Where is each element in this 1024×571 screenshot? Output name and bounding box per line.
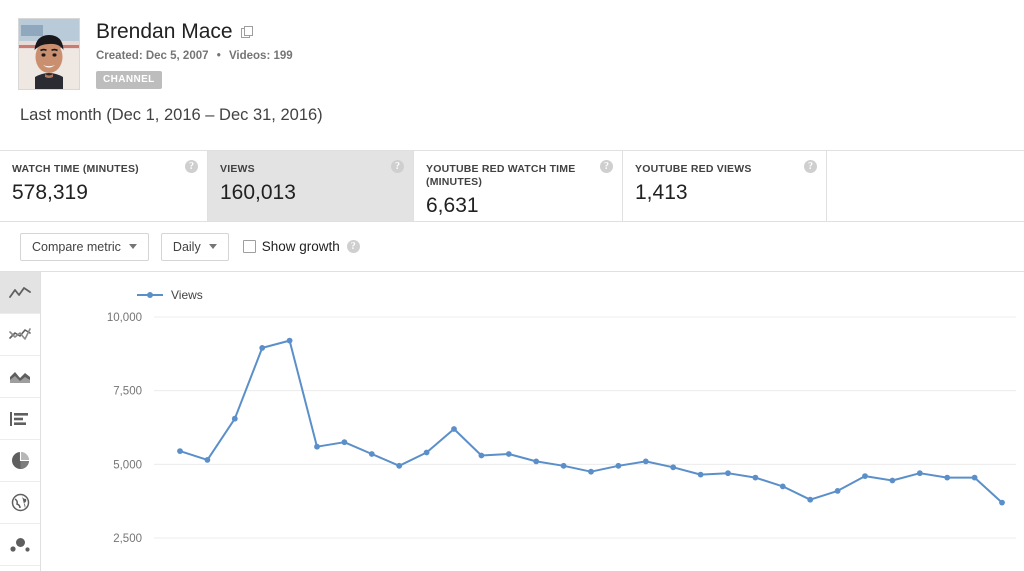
metric-card-youtube-red-views[interactable]: ? YOUTUBE RED VIEWS 1,413 xyxy=(623,151,827,221)
line-chart-icon xyxy=(9,285,31,301)
data-point[interactable] xyxy=(560,462,567,469)
chevron-down-icon xyxy=(208,244,217,249)
data-point[interactable] xyxy=(670,464,677,471)
series-line-views xyxy=(179,339,1003,504)
metric-card-label: VIEWS xyxy=(220,163,255,175)
show-growth-label: Show growth xyxy=(261,239,340,254)
chart-svg: 2,500 5,000 7,500 10,000 xyxy=(107,312,1016,545)
globe-icon xyxy=(11,493,30,512)
data-point[interactable] xyxy=(478,452,485,459)
chevron-down-icon xyxy=(128,244,137,249)
y-axis-tick-label: 2,500 xyxy=(113,533,142,545)
video-count: Videos: 199 xyxy=(228,50,293,62)
data-point[interactable] xyxy=(999,499,1005,506)
data-point[interactable] xyxy=(834,488,841,494)
show-growth-checkbox[interactable] xyxy=(242,240,256,253)
area-chart-icon xyxy=(9,369,31,385)
data-point[interactable] xyxy=(505,451,512,457)
external-copy-icon[interactable] xyxy=(240,25,254,39)
show-growth-toggle[interactable]: Show growth ? xyxy=(242,239,360,254)
data-point[interactable] xyxy=(697,471,704,478)
data-point[interactable] xyxy=(341,439,348,446)
sidebar-item-area-chart[interactable] xyxy=(0,356,40,398)
sidebar-item-bubble-chart[interactable] xyxy=(0,524,40,566)
y-axis-tick-label: 7,500 xyxy=(113,386,142,398)
channel-header: Brendan Mace Created: Dec 5, 2007 • Vide… xyxy=(0,0,1024,125)
metric-card-value: 160,013 xyxy=(220,181,296,205)
data-point[interactable] xyxy=(862,473,868,479)
data-point[interactable] xyxy=(971,474,978,481)
chart-panel: Views 2,500 5,000 7,500 10,000 xyxy=(41,272,1024,571)
metric-card-value: 6,631 xyxy=(426,194,479,218)
pie-chart-icon xyxy=(11,451,30,470)
y-axis-tick-label: 10,000 xyxy=(107,312,142,324)
data-point[interactable] xyxy=(204,457,211,463)
data-point[interactable] xyxy=(231,415,238,422)
help-icon[interactable]: ? xyxy=(804,160,817,173)
chart-type-sidebar xyxy=(0,272,41,571)
help-icon[interactable]: ? xyxy=(391,160,404,173)
data-point[interactable] xyxy=(615,462,622,469)
data-point[interactable] xyxy=(588,468,594,475)
data-point[interactable] xyxy=(725,470,731,477)
data-point[interactable] xyxy=(286,337,293,344)
metric-card-value: 578,319 xyxy=(12,181,88,205)
bubble-chart-icon xyxy=(9,537,31,553)
metric-cards: ? WATCH TIME (MINUTES) 578,319 ? VIEWS 1… xyxy=(0,150,1024,222)
sidebar-item-geography[interactable] xyxy=(0,482,40,524)
metric-card-label: YOUTUBE RED VIEWS xyxy=(635,163,752,175)
metric-card-empty xyxy=(827,151,1024,221)
data-point[interactable] xyxy=(177,448,183,454)
created-date: Created: Dec 5, 2007 xyxy=(96,50,209,62)
sidebar-item-line-chart[interactable] xyxy=(0,272,40,314)
metric-card-watch-time[interactable]: ? WATCH TIME (MINUTES) 578,319 xyxy=(0,151,208,221)
data-point[interactable] xyxy=(314,443,320,450)
date-range-label[interactable]: Last month (Dec 1, 2016 – Dec 31, 2016) xyxy=(20,106,1024,125)
y-axis-tick-label: 5,000 xyxy=(113,459,142,471)
data-point[interactable] xyxy=(752,474,759,481)
data-point[interactable] xyxy=(259,345,266,351)
page-title: Brendan Mace xyxy=(96,20,233,43)
granularity-label: Daily xyxy=(172,239,201,254)
youtube-analytics-page: Brendan Mace Created: Dec 5, 2007 • Vide… xyxy=(0,0,1024,571)
metric-card-views[interactable]: ? VIEWS 160,013 xyxy=(208,151,414,221)
data-point[interactable] xyxy=(368,451,375,457)
data-point[interactable] xyxy=(779,483,786,490)
bar-chart-icon xyxy=(10,411,30,427)
compare-metric-label: Compare metric xyxy=(32,239,121,254)
help-icon[interactable]: ? xyxy=(346,240,360,253)
sidebar-item-pie-chart[interactable] xyxy=(0,440,40,482)
sidebar-item-bar-chart[interactable] xyxy=(0,398,40,440)
channel-row: Brendan Mace Created: Dec 5, 2007 • Vide… xyxy=(18,18,1024,90)
data-point[interactable] xyxy=(807,496,814,503)
metric-card-youtube-red-watch-time[interactable]: ? YOUTUBE RED WATCH TIME (MINUTES) 6,631 xyxy=(414,151,623,221)
meta-separator: • xyxy=(216,50,221,62)
channel-name-row: Brendan Mace xyxy=(96,20,293,44)
sidebar-item-multi-line-chart[interactable] xyxy=(0,314,40,356)
metric-card-label: YOUTUBE RED WATCH TIME (MINUTES) xyxy=(426,163,576,189)
metric-card-label: WATCH TIME (MINUTES) xyxy=(12,163,139,175)
help-icon[interactable]: ? xyxy=(185,160,198,173)
compare-metric-button[interactable]: Compare metric xyxy=(20,232,149,261)
data-point[interactable] xyxy=(944,474,951,481)
data-point[interactable] xyxy=(423,449,430,456)
views-line-chart[interactable]: 2,500 5,000 7,500 10,000 xyxy=(41,272,1024,571)
multi-line-chart-icon xyxy=(9,327,31,343)
data-point[interactable] xyxy=(451,426,457,432)
channel-meta: Created: Dec 5, 2007 • Videos: 199 xyxy=(96,50,293,62)
channel-info: Brendan Mace Created: Dec 5, 2007 • Vide… xyxy=(96,18,293,89)
help-icon[interactable]: ? xyxy=(600,160,613,173)
metric-card-value: 1,413 xyxy=(635,181,688,205)
granularity-button[interactable]: Daily xyxy=(160,232,229,261)
status-badge: CHANNEL xyxy=(96,71,162,89)
data-point[interactable] xyxy=(916,470,923,477)
data-point[interactable] xyxy=(396,462,403,469)
data-point[interactable] xyxy=(889,477,896,484)
data-point[interactable] xyxy=(642,458,649,465)
data-point[interactable] xyxy=(533,458,540,465)
chart-toolbar: Compare metric Daily Show growth ? xyxy=(0,222,1024,272)
avatar xyxy=(18,18,80,90)
